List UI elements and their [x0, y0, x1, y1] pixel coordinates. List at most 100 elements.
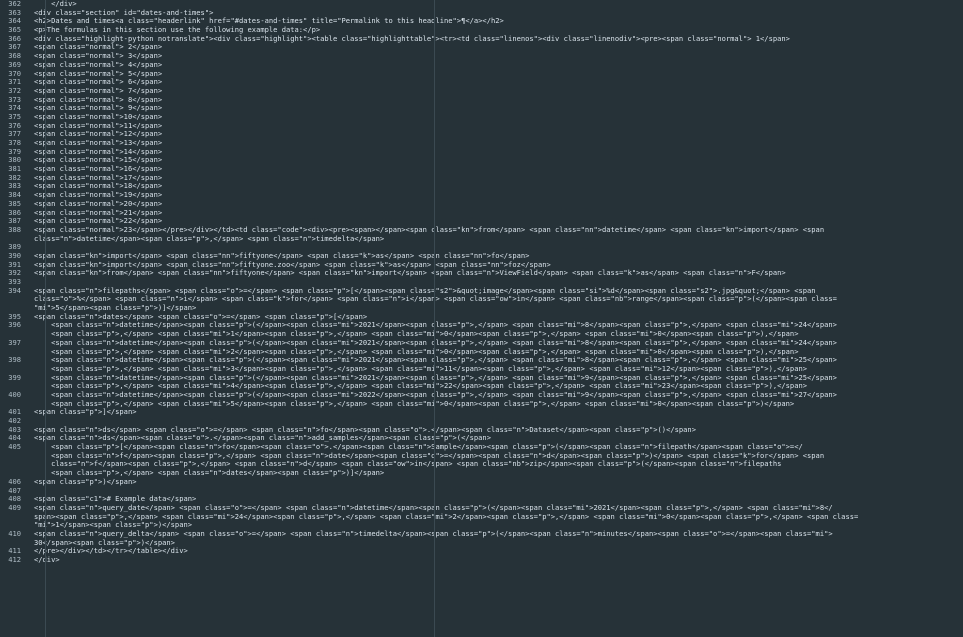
code-text[interactable]: <span class="n">query_date</span> <span …: [34, 504, 963, 530]
code-text[interactable]: <span class="n">datetime</span><span cla…: [34, 339, 963, 356]
code-text[interactable]: <span class="n">dates</span> <span class…: [34, 313, 963, 322]
code-line[interactable]: 410 <span class="n">query_delta</span> <s…: [0, 529, 963, 547]
code-line[interactable]: 403 <span class="n">ds</span> <span class…: [0, 425, 963, 435]
code-text[interactable]: <span class="n">datetime</span><span cla…: [34, 391, 963, 408]
code-text[interactable]: <span class="kn">import</span> <span cla…: [34, 261, 963, 270]
code-line[interactable]: 370 <span class="normal"> 5</span>: [0, 69, 963, 79]
code-text[interactable]: <span class="normal">20</span>: [34, 200, 963, 209]
code-text[interactable]: <span class="normal"> 8</span>: [34, 96, 963, 105]
code-line[interactable]: 390 <span class="kn">import</span> <span …: [0, 251, 963, 261]
code-line[interactable]: 388 <span class="normal">23</span></pre><…: [0, 225, 963, 243]
code-line[interactable]: 385 <span class="normal">20</span>: [0, 199, 963, 209]
code-text[interactable]: <span class="n">datetime</span><span cla…: [34, 356, 963, 373]
code-text[interactable]: <span class="normal"> 3</span>: [34, 52, 963, 61]
code-text[interactable]: <span class="normal">23</span></pre></di…: [34, 226, 963, 243]
code-text[interactable]: <span class="normal">11</span>: [34, 122, 963, 131]
code-text[interactable]: <div class="section" id="dates-and-times…: [34, 9, 963, 18]
code-line[interactable]: 379 <span class="normal">14</span>: [0, 147, 963, 157]
code-line[interactable]: 366 <div class="highlight-python notransl…: [0, 34, 963, 44]
code-line[interactable]: 409 <span class="n">query_date</span> <sp…: [0, 503, 963, 530]
code-line[interactable]: 391 <span class="kn">import</span> <span …: [0, 260, 963, 270]
code-text[interactable]: <span class="kn">import</span> <span cla…: [34, 252, 963, 261]
code-line[interactable]: 399 <span class="n">datetime</span><span…: [0, 373, 963, 391]
code-line[interactable]: 383 <span class="normal">18</span>: [0, 182, 963, 191]
code-line[interactable]: 389: [0, 243, 963, 252]
code-text[interactable]: <span class="n">ds</span> <span class="o…: [34, 426, 963, 435]
code-line[interactable]: 374 <span class="normal"> 9</span>: [0, 104, 963, 113]
code-line[interactable]: 384 <span class="normal">19</span>: [0, 190, 963, 200]
code-line[interactable]: 367 <span class="normal"> 2</span>: [0, 43, 963, 52]
code-line[interactable]: 375 <span class="normal">10</span>: [0, 112, 963, 122]
code-text[interactable]: <span class="normal"> 7</span>: [34, 87, 963, 96]
code-line[interactable]: 382 <span class="normal">17</span>: [0, 173, 963, 183]
code-line[interactable]: 393: [0, 277, 963, 287]
code-text[interactable]: <h2>Dates and times<a class="headerlink"…: [34, 17, 963, 26]
code-line[interactable]: 400 <span class="n">datetime</span><span…: [0, 390, 963, 408]
code-text[interactable]: <span class="normal">16</span>: [34, 165, 963, 174]
code-line[interactable]: 397 <span class="n">datetime</span><span…: [0, 338, 963, 356]
code-text[interactable]: <span class="normal">10</span>: [34, 113, 963, 122]
code-line[interactable]: 392 <span class="kn">from</span> <span cl…: [0, 269, 963, 278]
code-line[interactable]: 406 <span class="p">)</span>: [0, 477, 963, 487]
code-text[interactable]: <span class="normal"> 6</span>: [34, 78, 963, 87]
code-text[interactable]: [34, 278, 963, 287]
code-text[interactable]: <span class="kn">from</span> <span class…: [34, 269, 963, 278]
code-text[interactable]: <span class="n">datetime</span><span cla…: [34, 374, 963, 391]
code-text[interactable]: <span class="normal">15</span>: [34, 156, 963, 165]
code-text[interactable]: [34, 487, 963, 496]
code-text[interactable]: <span class="normal">19</span>: [34, 191, 963, 200]
code-line[interactable]: 404 <span class="n">ds</span><span class=…: [0, 434, 963, 443]
code-text[interactable]: <span class="normal">12</span>: [34, 130, 963, 139]
code-line[interactable]: 408 <span class="c1"># Example data</span…: [0, 494, 963, 504]
code-line[interactable]: 396 <span class="n">datetime</span><span…: [0, 321, 963, 338]
code-line[interactable]: 387 <span class="normal">22</span>: [0, 216, 963, 226]
code-text[interactable]: <span class="normal"> 4</span>: [34, 61, 963, 70]
code-line[interactable]: 402: [0, 416, 963, 426]
code-line[interactable]: 394 <span class="n">filepaths</span> <spa…: [0, 286, 963, 313]
code-text[interactable]: <span class="normal">17</span>: [34, 174, 963, 183]
code-text[interactable]: <span class="n">query_delta</span> <span…: [34, 530, 963, 547]
code-text[interactable]: <span class="n">filepaths</span> <span c…: [34, 287, 963, 313]
code-line[interactable]: 380 <span class="normal">15</span>: [0, 156, 963, 165]
code-editor[interactable]: 362 </div> 363 <div class="section" id="da…: [0, 0, 963, 637]
code-line[interactable]: 405 <span class="p">[</span><span class=…: [0, 442, 963, 478]
code-text[interactable]: <span class="normal">22</span>: [34, 217, 963, 226]
code-line[interactable]: 411 </pre></div></td></tr></table></div>: [0, 547, 963, 556]
code-text[interactable]: <p>The formulas in this section use the …: [34, 26, 963, 35]
code-line[interactable]: 372 <span class="normal"> 7</span>: [0, 86, 963, 96]
code-text[interactable]: [34, 417, 963, 426]
code-text[interactable]: <span class="n">datetime</span><span cla…: [34, 321, 963, 338]
code-line[interactable]: 376 <span class="normal">11</span>: [0, 121, 963, 131]
code-text[interactable]: [34, 243, 963, 252]
code-line[interactable]: 365 <p>The formulas in this section use t…: [0, 25, 963, 35]
code-text[interactable]: <span class="n">ds</span><span class="o"…: [34, 434, 963, 443]
code-line[interactable]: 364 <h2>Dates and times<a class="headerli…: [0, 17, 963, 26]
code-text[interactable]: <span class="c1"># Example data</span>: [34, 495, 963, 504]
code-text[interactable]: <span class="p">]</span>: [34, 408, 963, 417]
code-line[interactable]: 371 <span class="normal"> 6</span>: [0, 77, 963, 87]
code-line[interactable]: 395 <span class="n">dates</span> <span cl…: [0, 312, 963, 322]
code-line[interactable]: 401 <span class="p">]</span>: [0, 408, 963, 417]
code-text[interactable]: </div>: [34, 556, 963, 565]
code-text[interactable]: <span class="p">[</span><span class="n">…: [34, 443, 963, 478]
code-line[interactable]: 378 <span class="normal">13</span>: [0, 138, 963, 148]
code-line[interactable]: 363 <div class="section" id="dates-and-ti…: [0, 8, 963, 18]
code-text[interactable]: <span class="p">)</span>: [34, 478, 963, 487]
code-line[interactable]: 373 <span class="normal"> 8</span>: [0, 95, 963, 105]
code-text[interactable]: <span class="normal">21</span>: [34, 209, 963, 218]
code-text[interactable]: <span class="normal"> 5</span>: [34, 70, 963, 79]
code-line[interactable]: 369 <span class="normal"> 4</span>: [0, 60, 963, 70]
code-text[interactable]: </pre></div></td></tr></table></div>: [34, 547, 963, 556]
code-text[interactable]: <div class="highlight-python notranslate…: [34, 35, 963, 44]
code-line[interactable]: 407: [0, 486, 963, 496]
code-line[interactable]: 377 <span class="normal">12</span>: [0, 130, 963, 139]
code-text[interactable]: <span class="normal">14</span>: [34, 148, 963, 157]
code-text[interactable]: <span class="normal">18</span>: [34, 182, 963, 191]
code-text[interactable]: <span class="normal"> 9</span>: [34, 104, 963, 113]
code-line[interactable]: 398 <span class="n">datetime</span><span…: [0, 355, 963, 373]
code-line[interactable]: 362 </div>: [0, 0, 963, 9]
code-line[interactable]: 368 <span class="normal"> 3</span>: [0, 51, 963, 61]
code-text[interactable]: </div>: [34, 0, 963, 9]
code-text[interactable]: <span class="normal"> 2</span>: [34, 43, 963, 52]
code-line[interactable]: 381 <span class="normal">16</span>: [0, 164, 963, 174]
